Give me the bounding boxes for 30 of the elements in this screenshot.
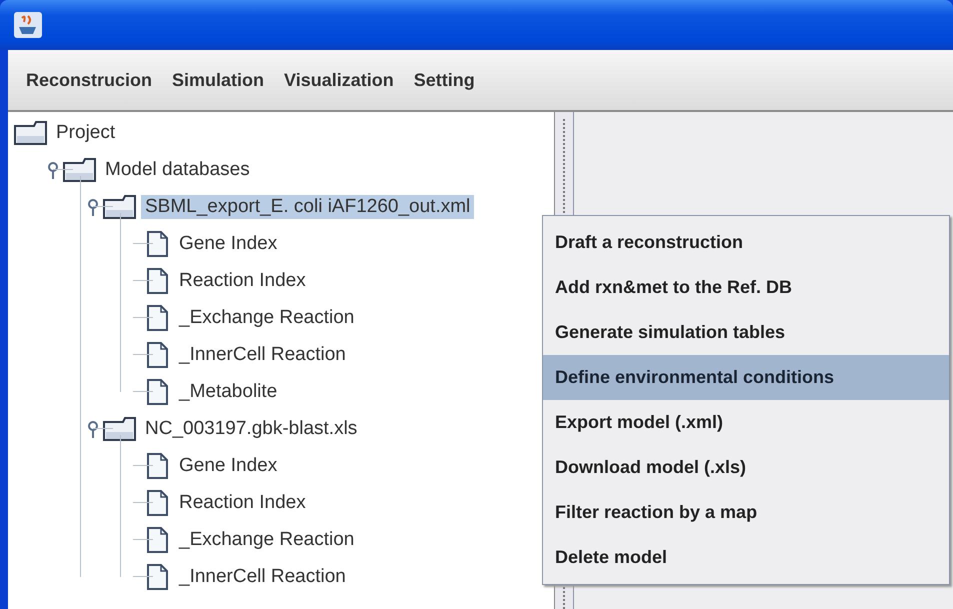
tree-item-label[interactable]: Model databases — [101, 158, 254, 182]
menu-item[interactable]: Download model (.xls) — [543, 445, 949, 490]
tree-item-label[interactable]: Reaction Index — [175, 268, 310, 292]
tree-item-label[interactable]: _InnerCell Reaction — [175, 564, 350, 588]
folder-icon — [103, 194, 137, 220]
menu-item[interactable]: Add rxn&met to the Ref. DB — [543, 265, 949, 310]
menu-item[interactable]: Filter reaction by a map — [543, 490, 949, 535]
tree-item-label[interactable]: NC_003197.gbk-blast.xls — [141, 416, 362, 440]
menu-item[interactable]: Define environmental conditions — [543, 355, 949, 400]
tree-item-label[interactable]: _Exchange Reaction — [175, 306, 358, 330]
tree-item-label[interactable]: Gene Index — [175, 454, 282, 478]
tree-item-label[interactable]: SBML_export_E. coli iAF1260_out.xml — [141, 194, 474, 218]
menu-bar-item[interactable]: Visualization — [276, 66, 402, 94]
menu-item[interactable]: Draft a reconstruction — [543, 220, 949, 265]
app-icon — [14, 12, 42, 38]
tree-item-label[interactable]: _Exchange Reaction — [175, 528, 358, 552]
tree-item-label[interactable]: _InnerCell Reaction — [175, 342, 350, 366]
folder-icon — [14, 120, 48, 146]
menu-item[interactable]: Generate simulation tables — [543, 310, 949, 355]
tree-item-label[interactable]: Reaction Index — [175, 490, 310, 514]
menu-bar-item[interactable]: Setting — [406, 66, 483, 94]
tree-item-label[interactable]: Project — [52, 120, 120, 144]
menu-item[interactable]: Export model (.xml) — [543, 400, 949, 445]
menu-bar-item[interactable]: Simulation — [164, 66, 272, 94]
menu-bar-item[interactable]: Reconstrucion — [18, 66, 160, 94]
tree-item-label[interactable]: Gene Index — [175, 232, 282, 256]
menu-item[interactable]: Delete model — [543, 535, 949, 580]
folder-icon — [103, 416, 137, 442]
folder-icon — [63, 156, 97, 182]
tree-item-label[interactable]: _Metabolite — [175, 380, 282, 404]
